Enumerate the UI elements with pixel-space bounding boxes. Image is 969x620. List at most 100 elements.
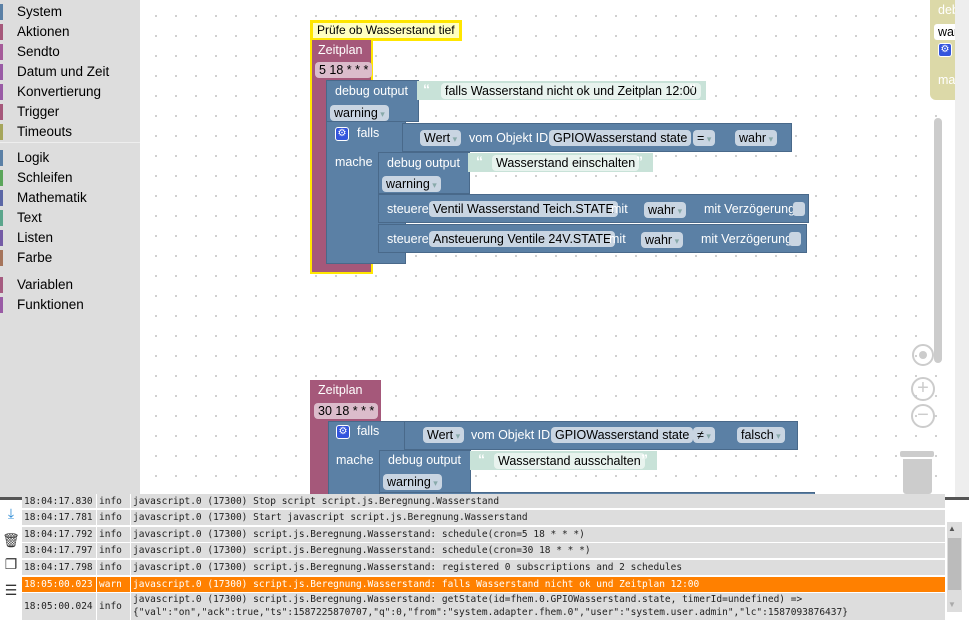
- text-block[interactable]: “ Wasserstand einschalten ”: [468, 153, 653, 172]
- list-icon[interactable]: ☰: [2, 582, 20, 600]
- delay-checkbox[interactable]: [789, 232, 801, 246]
- operator-dropdown[interactable]: =: [693, 130, 716, 146]
- text-block[interactable]: “ falls Wasserstand nicht ok und Zeitpla…: [417, 81, 706, 100]
- log-time: 18:04:17.792: [24, 529, 93, 540]
- workspace-scrollbar-vertical[interactable]: [934, 118, 942, 363]
- sidebar-item-label: Sendto: [17, 44, 60, 59]
- category-color-bar: [0, 84, 3, 100]
- delay-label: mit Verzögerung: [701, 232, 793, 246]
- do-label: mach: [938, 73, 955, 87]
- sidebar-item-trigger[interactable]: Trigger: [0, 102, 140, 122]
- sidebar-item-sendto[interactable]: Sendto: [0, 42, 140, 62]
- sidebar-item-timeouts[interactable]: Timeouts: [0, 122, 140, 142]
- blockly-workspace[interactable]: Prüfe ob Wasserstand tief Zeitplan 5 18 …: [140, 0, 955, 497]
- clear-log-icon[interactable]: 🗑: [2, 532, 20, 550]
- column-divider: [96, 494, 97, 508]
- zoom-out-icon[interactable]: −: [911, 404, 935, 428]
- if-label: falls: [357, 424, 380, 438]
- scroll-up-icon[interactable]: ▲: [948, 524, 956, 533]
- object-label: vom Objekt ID: [469, 131, 549, 145]
- delay-checkbox[interactable]: [793, 202, 805, 216]
- text-value[interactable]: Wasserstand ausschalten: [494, 453, 645, 469]
- object-id-field[interactable]: Ventil Wasserstand Teich.STATE: [429, 201, 618, 217]
- object-label: vom Objekt ID: [471, 428, 551, 442]
- with-label: mit: [611, 202, 628, 216]
- sidebar-item-schleifen[interactable]: Schleifen: [0, 168, 140, 188]
- gear-icon[interactable]: ⚙: [335, 127, 349, 141]
- open-quote-icon: “: [476, 153, 483, 169]
- value-dropdown[interactable]: wahr: [644, 202, 687, 218]
- debug-output-block[interactable]: debug output warning: [378, 152, 470, 194]
- gear-icon[interactable]: ⚙: [336, 425, 350, 439]
- category-color-bar: [0, 297, 3, 313]
- value-dropdown[interactable]: Wert: [423, 427, 465, 443]
- if-label: falls: [357, 126, 380, 140]
- category-color-bar: [0, 64, 3, 80]
- log-time: 18:04:17.797: [24, 545, 93, 556]
- category-color-bar: [0, 230, 3, 246]
- zoom-in-icon[interactable]: +: [911, 377, 935, 401]
- open-quote-icon: “: [423, 81, 430, 97]
- do-label: mache: [335, 155, 373, 169]
- operator-dropdown[interactable]: ≠: [693, 427, 715, 443]
- sidebar-item-datum-und-zeit[interactable]: Datum und Zeit: [0, 62, 140, 82]
- sidebar-item-system[interactable]: System: [0, 2, 140, 22]
- log-time: 18:04:17.798: [24, 562, 93, 573]
- condition-block[interactable]: Wert vom Objekt ID GPIOWasserstand state…: [404, 421, 798, 450]
- sidebar-item-label: Trigger: [17, 104, 60, 119]
- value-dropdown[interactable]: wahr: [641, 232, 684, 248]
- sidebar-item-funktionen[interactable]: Funktionen: [0, 295, 140, 315]
- sidebar-item-label: Text: [17, 210, 42, 225]
- scroll-down-icon[interactable]: ▼: [948, 600, 956, 609]
- value-dropdown[interactable]: Wert: [420, 130, 462, 146]
- copy-icon[interactable]: ❐: [2, 556, 20, 574]
- sidebar-item-mathematik[interactable]: Mathematik: [0, 188, 140, 208]
- debug-output-block[interactable]: debug output warning: [326, 80, 419, 122]
- object-id-field[interactable]: GPIOWasserstand state: [551, 427, 694, 443]
- cron-field[interactable]: 30 18 * * *: [314, 403, 379, 419]
- recenter-icon[interactable]: [912, 344, 934, 366]
- sidebar-item-label: Funktionen: [17, 297, 84, 312]
- cron-field[interactable]: 5 18 * * *: [315, 62, 373, 78]
- sidebar-item-konvertierung[interactable]: Konvertierung: [0, 82, 140, 102]
- disabled-block[interactable]: debu warn ⚙ f mach: [930, 0, 955, 100]
- condition-block[interactable]: Wert vom Objekt ID GPIOWasserstand state…: [402, 123, 792, 152]
- sidebar-item-listen[interactable]: Listen: [0, 228, 140, 248]
- sidebar-item-label: Aktionen: [17, 24, 70, 39]
- sidebar-item-logik[interactable]: Logik: [0, 148, 140, 168]
- log-level: info: [99, 545, 122, 556]
- sidebar-item-farbe[interactable]: Farbe: [0, 248, 140, 268]
- sidebar-item-variablen[interactable]: Variablen: [0, 275, 140, 295]
- column-divider: [130, 527, 131, 542]
- text-block[interactable]: “ Wasserstand ausschalten ”: [470, 451, 657, 470]
- scroll-to-bottom-icon[interactable]: ⤓: [2, 505, 20, 523]
- level-dropdown[interactable]: warning: [382, 176, 441, 192]
- debug-output-block[interactable]: debug output warning: [379, 450, 471, 497]
- close-quote-icon: ”: [689, 81, 696, 97]
- control-block[interactable]: steuere Ventil Wasserstand Teich.STATE m…: [378, 194, 809, 223]
- object-id-field[interactable]: Ansteuerung Ventile 24V.STATE: [429, 231, 616, 247]
- column-divider: [96, 560, 97, 575]
- object-id-field[interactable]: GPIOWasserstand state: [549, 130, 692, 146]
- log-scrollbar[interactable]: ▲ ▼: [947, 522, 962, 612]
- level-dropdown[interactable]: warning: [383, 474, 442, 490]
- column-divider: [96, 510, 97, 525]
- log-message: javascript.0 (17300) script.js.Beregnung…: [133, 545, 591, 556]
- column-divider: [130, 494, 131, 508]
- sidebar-item-text[interactable]: Text: [0, 208, 140, 228]
- level-dropdown[interactable]: warn: [934, 24, 955, 40]
- page-scrollbar[interactable]: [955, 0, 969, 497]
- log-level: info: [99, 512, 122, 523]
- compare-dropdown[interactable]: wahr: [735, 130, 778, 146]
- sidebar-item-aktionen[interactable]: Aktionen: [0, 22, 140, 42]
- trash-icon[interactable]: [900, 451, 934, 457]
- text-value[interactable]: Wasserstand einschalten: [492, 155, 640, 171]
- text-value[interactable]: falls Wasserstand nicht ok und Zeitplan …: [441, 83, 701, 99]
- control-block[interactable]: steuere Ansteuerung Ventile 24V.STATE mi…: [378, 224, 807, 253]
- compare-dropdown[interactable]: falsch: [737, 427, 785, 443]
- gear-icon[interactable]: ⚙: [938, 43, 952, 57]
- log-row: 18:04:17.798 info javascript.0 (17300) scr…: [22, 560, 945, 575]
- comment-bubble[interactable]: Prüfe ob Wasserstand tief: [310, 20, 462, 41]
- level-dropdown[interactable]: warning: [330, 105, 389, 121]
- log-panel: ⤓ 🗑 ❐ ☰ 18:04:17.830 info javascript.0 (17…: [0, 494, 969, 620]
